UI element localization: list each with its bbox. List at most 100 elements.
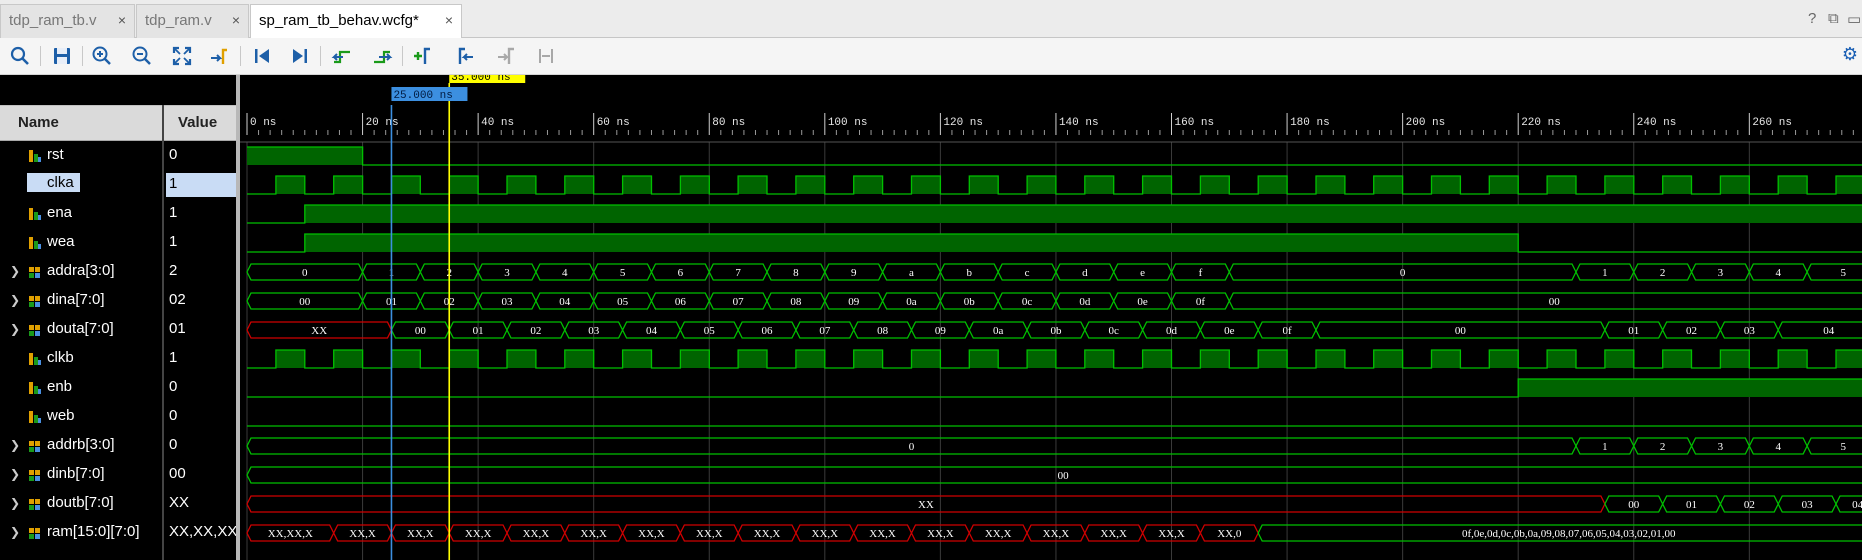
waveform-canvas[interactable]: 0 ns 20 ns 40 ns 60 ns 80 ns 100 ns 120 ns 140 … [240,75,1862,560]
signal-row-doutb70[interactable]: ❯ doutb[7:0] XX [0,490,240,519]
search-icon[interactable] [8,44,32,68]
go-to-cursor-icon[interactable] [208,44,232,68]
bus-segment-douta [1777,321,1862,339]
signal-value: 2 [169,262,178,279]
bus-value-label: 0a [993,325,1004,337]
bus-value-label: 4 [1775,441,1781,453]
bus-value-label: 2 [1660,267,1666,279]
add-marker-icon[interactable] [410,44,434,68]
expand-chevron-icon[interactable]: ❯ [10,467,20,481]
signal-value: 0 [169,146,178,163]
maximize-icon[interactable]: ▭ [1847,10,1861,28]
next-transition-icon[interactable] [370,44,394,68]
signal-row-web[interactable]: web 0 [0,403,240,432]
expand-chevron-icon[interactable]: ❯ [10,496,20,510]
bus-value-label: 06 [675,296,687,308]
go-to-last-time-icon[interactable] [288,44,312,68]
signal-row-enb[interactable]: enb 0 [0,374,240,403]
signal-row-dina70[interactable]: ❯ dina[7:0] 02 [0,287,240,316]
signal-value: 00 [169,465,186,482]
logic-signal-icon [29,237,41,249]
gear-icon[interactable]: ⚙ [1842,44,1858,65]
bus-value-label: b [967,267,973,279]
ruler-tick-label: 160 ns [1175,117,1215,129]
signal-value: XX [169,494,190,511]
signal-row-addrb30[interactable]: ❯ addrb[3:0] 0 [0,432,240,461]
signal-row-clka[interactable]: clka 1 [0,171,240,200]
bus-value-label: 04 [559,296,571,308]
logic-signal-icon [29,411,41,423]
column-divider[interactable] [162,105,164,560]
bus-value-label: 00 [1058,470,1070,482]
bus-value-label: 05 [704,325,716,337]
bus-value-label: 3 [504,267,510,279]
signal-row-douta70[interactable]: ❯ douta[7:0] 01 [0,316,240,345]
expand-chevron-icon[interactable]: ❯ [10,438,20,452]
bus-value-label: 02 [1744,499,1755,511]
bus-signal-icon [29,325,40,336]
signal-name: douta[7:0] [47,320,114,337]
bus-value-label: 0 [302,267,308,279]
close-icon[interactable]: × [118,12,126,28]
value-column-header[interactable]: Value [178,114,217,131]
bus-value-label: XX,X [407,528,434,540]
signal-name: rst [47,146,64,163]
signal-row-rst[interactable]: rst 0 [0,142,240,171]
zoom-fit-icon[interactable] [170,44,194,68]
ruler-tick-label: 80 ns [712,117,745,129]
signal-name: dina[7:0] [47,291,105,308]
ruler-tick-label: 140 ns [1059,117,1099,129]
signal-row-addra30[interactable]: ❯ addra[3:0] 2 [0,258,240,287]
bus-value-label: 1 [1602,441,1608,453]
expand-chevron-icon[interactable]: ❯ [10,322,20,336]
next-marker-icon[interactable] [494,44,518,68]
tab-sp-ram-tb-behav-wcfg[interactable]: sp_ram_tb_behav.wcfg* × [250,4,462,39]
save-icon[interactable] [50,44,74,68]
signal-row-clkb[interactable]: clkb 1 [0,345,240,374]
bus-value-label: f [1199,267,1203,279]
tab-label: tdp_ram_tb.v [9,12,97,29]
waveform-panel[interactable]: 0 ns 20 ns 40 ns 60 ns 80 ns 100 ns 120 ns 140 … [240,75,1862,560]
bus-value-label: 0e [1224,325,1235,337]
signal-row-ram15070[interactable]: ❯ ram[15:0][7:0] XX,XX,XX,X [0,519,240,548]
name-column-header[interactable]: Name [18,114,59,131]
ruler-tick-label: 220 ns [1521,117,1561,129]
bus-value-label: XX,0 [1217,528,1242,540]
bus-value-label: 0f [1196,296,1206,308]
expand-chevron-icon[interactable]: ❯ [10,293,20,307]
swap-cursors-icon[interactable] [534,44,558,68]
close-icon[interactable]: × [232,12,240,28]
go-to-time-0-icon[interactable] [250,44,274,68]
tab-tdp-ram-v[interactable]: tdp_ram.v × [136,4,249,38]
bus-segment-addra [1806,263,1862,281]
signal-row-dinb70[interactable]: ❯ dinb[7:0] 00 [0,461,240,490]
close-icon[interactable]: × [445,12,453,28]
bus-value-label: e [1140,267,1145,279]
help-icon[interactable]: ? [1808,10,1816,27]
bus-value-label: 06 [762,325,774,337]
signal-value: 02 [169,291,186,308]
bus-value-label: d [1082,267,1088,279]
zoom-out-icon[interactable] [130,44,154,68]
bus-value-label: 04 [646,325,658,337]
restore-icon[interactable]: ⧉ [1828,10,1839,27]
bus-value-label: 0 [1400,267,1406,279]
bus-value-label: XX [311,325,327,337]
tab-tdp-ram-tb-v[interactable]: tdp_ram_tb.v × [0,4,135,38]
bus-value-label: 8 [793,267,799,279]
logic-signal-icon [29,382,41,394]
expand-chevron-icon[interactable]: ❯ [10,264,20,278]
signal-row-wea[interactable]: wea 1 [0,229,240,258]
tab-label: tdp_ram.v [145,12,212,29]
bus-signal-icon [29,499,40,510]
bus-value-label: 00 [1628,499,1640,511]
waveform-rst [247,146,1862,166]
bus-value-label: 03 [502,296,514,308]
expand-chevron-icon[interactable]: ❯ [10,525,20,539]
previous-transition-icon[interactable] [330,44,354,68]
previous-marker-icon[interactable] [454,44,478,68]
waveform-fill-wea [304,234,1519,252]
timeline-ruler [240,75,1862,142]
signal-row-ena[interactable]: ena 1 [0,200,240,229]
zoom-in-icon[interactable] [90,44,114,68]
